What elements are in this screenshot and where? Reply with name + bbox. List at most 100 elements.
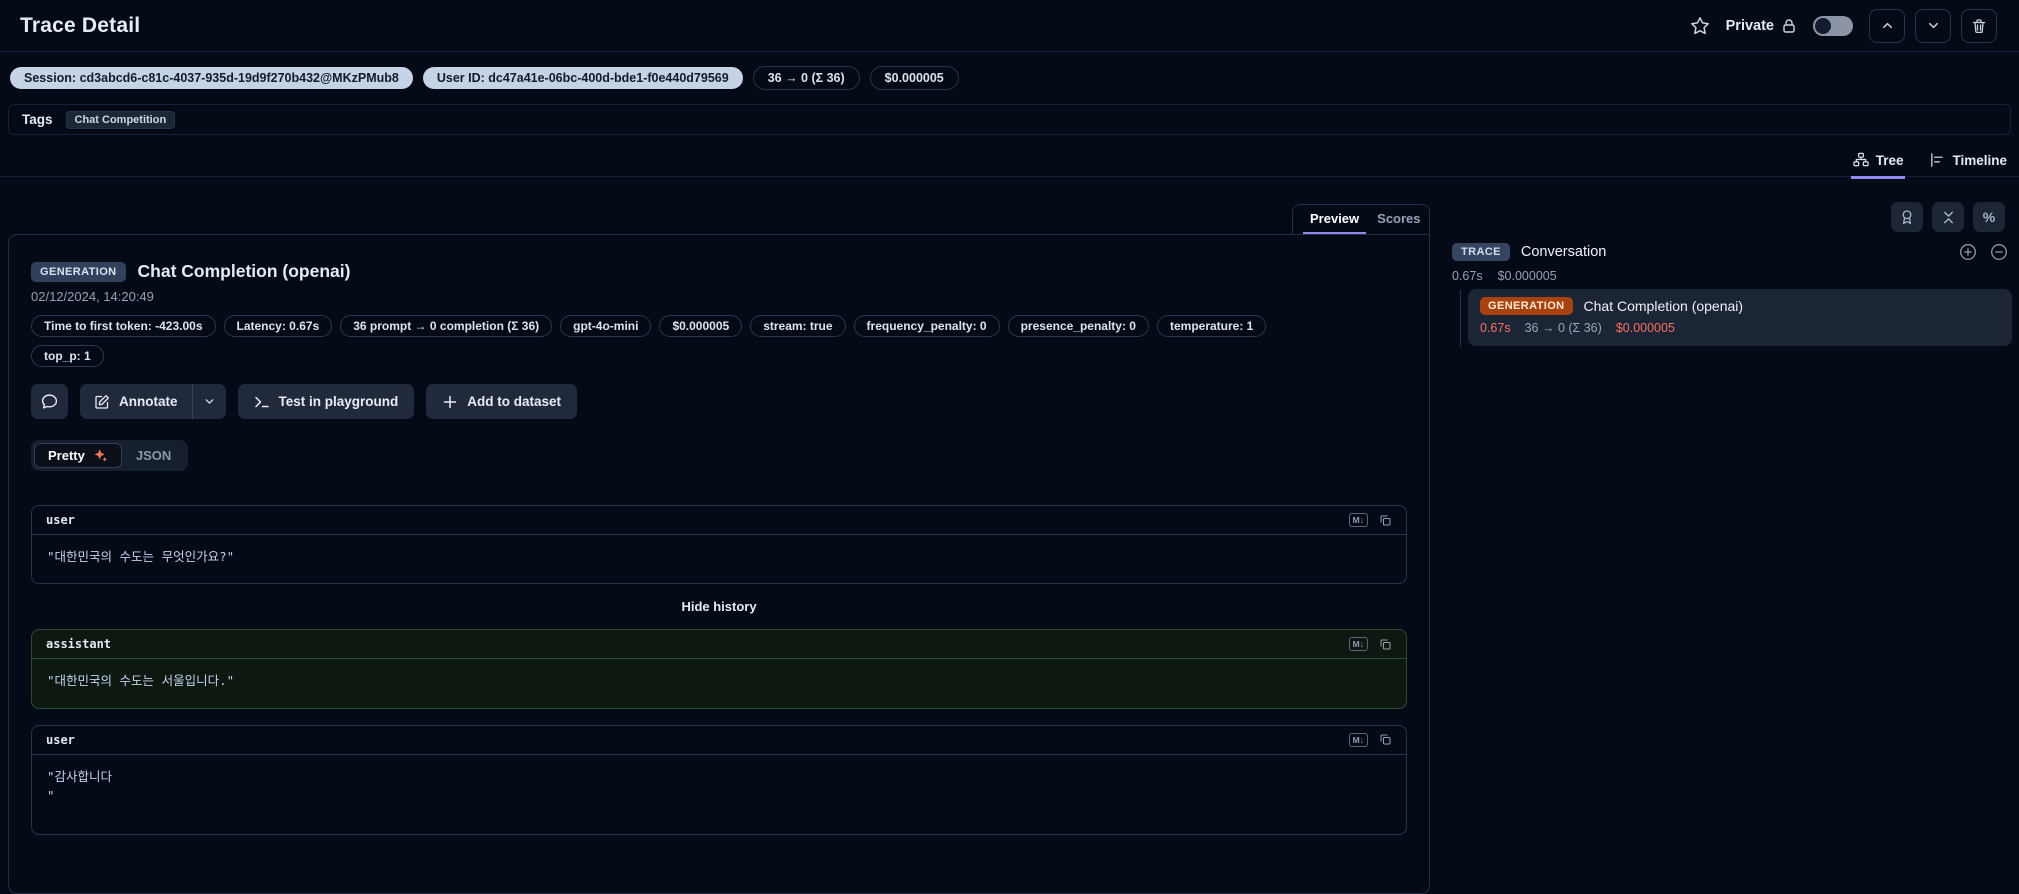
collapse-icon [1941, 210, 1956, 225]
tag-chat-competition[interactable]: Chat Competition [65, 110, 176, 129]
metric-cost: $0.000005 [659, 315, 743, 337]
privacy-toggle[interactable] [1813, 15, 1853, 36]
trace-meta-row: Session: cd3abcd6-c81c-4037-935d-19d9f27… [10, 66, 959, 90]
collapse-node-button[interactable] [1990, 243, 2008, 261]
trace-root-row[interactable]: TRACE Conversation [1452, 243, 2008, 261]
app-header: Trace Detail Private [0, 0, 2019, 52]
observation-header: GENERATION Chat Completion (openai) [31, 261, 1407, 282]
header-actions: Private [1690, 8, 1997, 43]
tree-icon [1853, 152, 1869, 168]
annotate-button-label: Annotate [119, 394, 178, 409]
view-tabs: Tree Timeline [1850, 146, 2009, 179]
observation-timestamp: 02/12/2024, 14:20:49 [31, 289, 154, 304]
session-badge[interactable]: Session: cd3abcd6-c81c-4037-935d-19d9f27… [10, 67, 413, 89]
message-content: "대한민국의 수도는 무엇인가요?" [47, 549, 235, 564]
message-role: assistant [46, 637, 112, 652]
metric-token-usage: 36 prompt → 0 completion (Σ 36) [340, 315, 553, 337]
tab-scores-label: Scores [1377, 211, 1421, 226]
message-role: user [46, 513, 75, 527]
trace-cost: $0.000005 [1497, 269, 1557, 283]
message-role: user [46, 732, 75, 747]
node-metrics: 0.67s 36 → 0 (Σ 36) $0.000005 [1480, 321, 2000, 335]
copy-icon[interactable] [1379, 733, 1392, 746]
node-header: GENERATION Chat Completion (openai) [1480, 297, 2000, 315]
tags-row: Tags Chat Competition [8, 104, 2011, 135]
message-user-1: user M↓ "대한민국의 수도는 무엇인가요?" [31, 505, 1407, 585]
message-tools: M↓ [1348, 637, 1392, 652]
scores-toggle-button[interactable] [1891, 202, 1923, 232]
edit-icon [94, 394, 110, 410]
token-usage-badge: 36 → 0 (Σ 36) [752, 66, 860, 90]
metric-frequency-penalty: frequency_penalty: 0 [853, 315, 1000, 337]
nav-button-group [1869, 8, 1997, 43]
trash-icon [1971, 18, 1987, 34]
hide-history-button[interactable]: Hide history [31, 599, 1407, 614]
message-header: user M↓ [32, 506, 1406, 535]
comment-button[interactable] [31, 384, 68, 419]
expand-all-button[interactable] [1959, 243, 1977, 261]
privacy-label: Private [1725, 17, 1774, 34]
comment-icon [41, 393, 58, 410]
previous-trace-button[interactable] [1869, 8, 1905, 43]
user-id-badge[interactable]: User ID: dc47a41e-06bc-400d-bde1-f0e440d… [422, 67, 743, 89]
copy-icon[interactable] [1379, 638, 1392, 651]
node-type-badge: GENERATION [1480, 297, 1573, 315]
add-to-dataset-button[interactable]: Add to dataset [426, 384, 578, 419]
tab-preview-label: Preview [1310, 211, 1360, 226]
delete-trace-button[interactable] [1961, 8, 1997, 43]
page-title: Trace Detail [20, 13, 141, 37]
view-tabs-divider [0, 176, 2019, 177]
observation-metrics-row-2: top_p: 1 [31, 345, 1407, 367]
format-pretty-label: Pretty [48, 448, 85, 463]
annotate-button[interactable]: Annotate [80, 384, 192, 419]
node-token-usage: 36 → 0 (Σ 36) [1524, 321, 1602, 335]
format-tab-pretty[interactable]: Pretty [34, 443, 122, 468]
observation-preview-panel: GENERATION Chat Completion (openai) 02/1… [8, 234, 1430, 894]
tab-timeline[interactable]: Timeline [1927, 146, 2009, 179]
observation-title: Chat Completion (openai) [137, 261, 351, 281]
award-icon [1899, 209, 1915, 225]
message-header: user M↓ [32, 726, 1406, 755]
chevron-down-icon [1926, 18, 1941, 33]
plus-icon [442, 394, 458, 410]
tab-tree-label: Tree [1875, 152, 1904, 168]
message-header: assistant M↓ [32, 630, 1406, 660]
format-json-label: JSON [135, 448, 172, 463]
observation-actions: Annotate Test in playground Add to datas… [31, 384, 1407, 419]
generation-node-card[interactable]: GENERATION Chat Completion (openai) 0.67… [1468, 289, 2012, 346]
format-tab-json[interactable]: JSON [122, 443, 185, 468]
format-toggle: Pretty JSON [31, 440, 189, 471]
panel-tabs: Preview Scores [1292, 204, 1430, 235]
trace-title: Conversation [1520, 244, 1607, 260]
markdown-toggle-icon[interactable]: M↓ [1348, 512, 1368, 528]
markdown-toggle-icon[interactable]: M↓ [1348, 637, 1368, 652]
copy-icon[interactable] [1379, 514, 1392, 527]
metric-stream: stream: true [750, 315, 846, 337]
add-to-dataset-label: Add to dataset [467, 394, 562, 409]
annotate-split-button: Annotate [80, 384, 226, 419]
annotate-dropdown-button[interactable] [193, 384, 226, 419]
node-latency: 0.67s [1480, 321, 1511, 335]
terminal-icon [254, 394, 270, 410]
chevron-down-icon [203, 395, 216, 408]
test-in-playground-button[interactable]: Test in playground [237, 384, 415, 419]
minus-circle-icon [1990, 243, 2008, 261]
message-tools: M↓ [1348, 512, 1392, 528]
next-trace-button[interactable] [1915, 8, 1951, 43]
lock-icon [1781, 18, 1797, 34]
toggle-knob [1815, 17, 1831, 34]
trace-type-badge: TRACE [1452, 243, 1510, 261]
tab-tree[interactable]: Tree [1850, 146, 1906, 179]
trace-metrics: 0.67s $0.000005 [1452, 269, 1557, 283]
tab-preview[interactable]: Preview [1303, 205, 1367, 235]
timeline-icon [1929, 152, 1945, 168]
collapse-all-button[interactable] [1932, 202, 1964, 232]
tab-scores[interactable]: Scores [1370, 205, 1427, 235]
metrics-toggle-button[interactable]: % [1973, 202, 2005, 232]
star-icon[interactable] [1690, 16, 1710, 36]
message-user-2: user M↓ "감사합니다 " [31, 724, 1407, 835]
markdown-toggle-icon[interactable]: M↓ [1348, 732, 1368, 747]
tree-controls: % [1891, 202, 2005, 232]
message-assistant: assistant M↓ "대한민국의 수도는 서울입니다." [31, 629, 1407, 709]
trace-expand-controls [1959, 243, 2008, 261]
